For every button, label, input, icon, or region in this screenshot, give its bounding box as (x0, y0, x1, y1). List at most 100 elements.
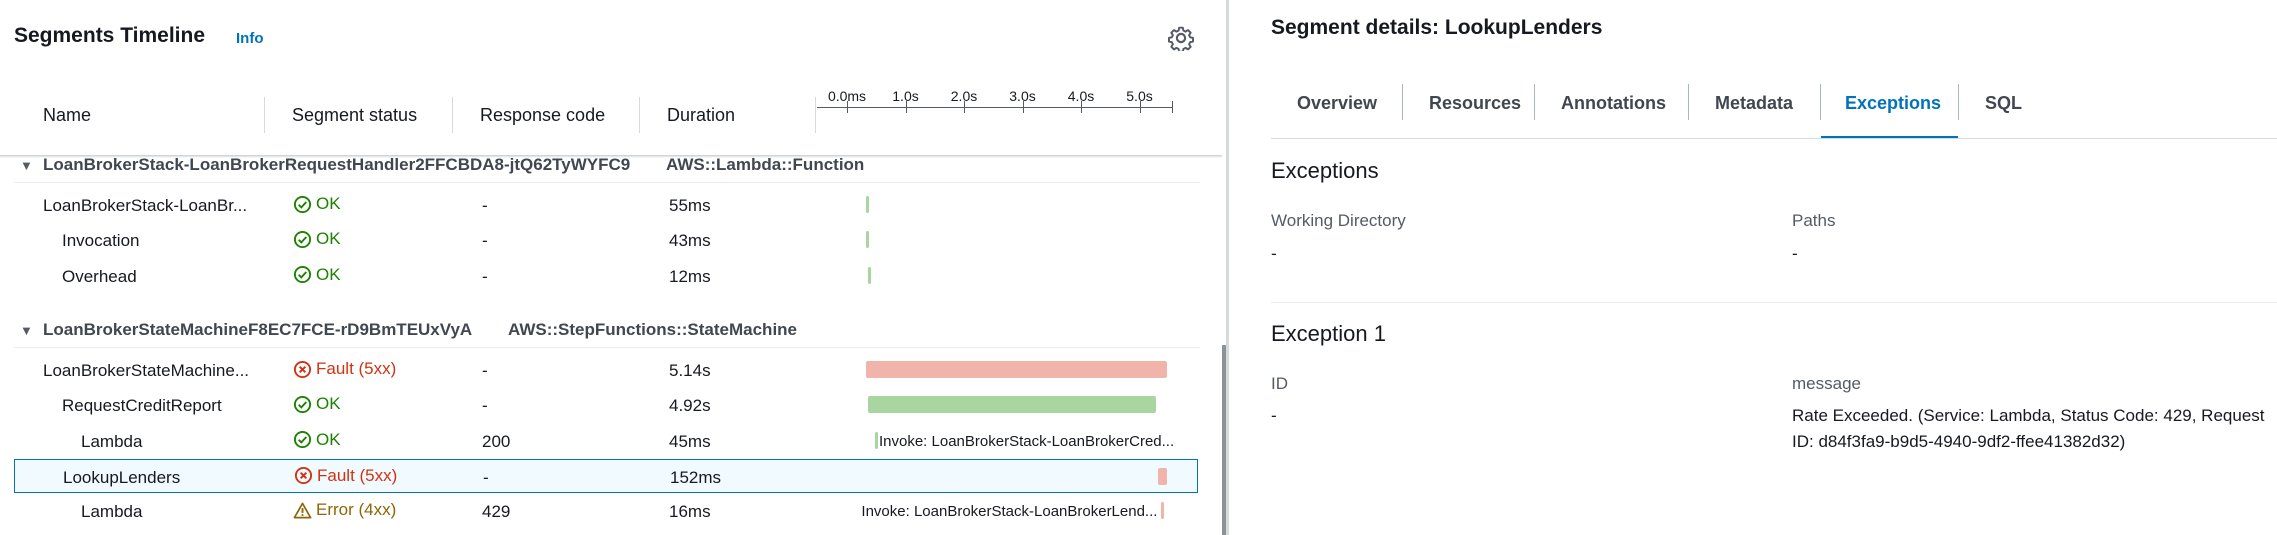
tab-resources[interactable]: Resources (1403, 80, 1534, 139)
segment-row[interactable]: Invocation OK - 43ms (14, 223, 1198, 257)
scale-tick-label: 2.0s (950, 88, 978, 104)
timeline-bar[interactable] (866, 361, 1167, 378)
exception-id-value: - (1271, 406, 1277, 425)
timeline-bar[interactable] (868, 266, 871, 284)
exception-message-value: Rate Exceeded. (Service: Lambda, Status … (1792, 406, 2265, 451)
segments-timeline-panel: Segments Timeline Info Name Segment stat… (0, 0, 1226, 535)
x-circle-icon (293, 360, 312, 378)
working-directory-label: Working Directory (1271, 211, 1406, 230)
column-header-segment-status[interactable]: Segment status (292, 105, 417, 126)
segment-row[interactable]: Lambda OK 200 45ms Invoke: LoanBrokerStack-L… (14, 424, 1198, 458)
column-divider[interactable] (815, 97, 816, 133)
duration: 16ms (669, 502, 711, 522)
tab-metadata[interactable]: Metadata (1689, 80, 1820, 139)
segment-row[interactable]: LoanBrokerStateMachine... Fault (5xx) - 5.1… (14, 353, 1198, 387)
tab-label: SQL (1985, 93, 2023, 113)
response-code: - (482, 266, 488, 286)
duration: 152ms (670, 467, 722, 487)
column-divider[interactable] (264, 97, 265, 133)
tab-label: Metadata (1715, 93, 1794, 113)
segment-row[interactable]: Lambda Error (4xx) 429 16ms Invoke: LoanBrok… (14, 494, 1198, 528)
response-code: - (482, 196, 488, 215)
timeline-bar[interactable] (1158, 467, 1168, 485)
column-divider[interactable] (639, 97, 640, 133)
check-circle-icon (293, 266, 312, 284)
scale-tick-label: 5.0s (1126, 88, 1153, 104)
segment-status: Error (4xx) (293, 500, 396, 520)
timeline-bar[interactable] (866, 231, 869, 249)
segment-status-text: Fault (5xx) (317, 465, 398, 485)
segment-group-header[interactable]: ▼ LoanBrokerStack-LoanBrokerRequestHandle… (0, 155, 1200, 177)
segment-row[interactable]: LookupLenders Fault (5xx) - 152ms (14, 458, 1198, 493)
timeline-bar[interactable] (867, 396, 1156, 414)
response-code: - (482, 231, 488, 251)
segment-status: OK (293, 430, 341, 450)
timeline-bar[interactable] (1161, 502, 1164, 520)
segment-group-name: LoanBrokerStack-LoanBrokerRequestHandler… (43, 155, 631, 174)
check-circle-icon (293, 230, 312, 248)
check-circle-icon (293, 431, 312, 449)
scale-tick (1172, 101, 1173, 113)
scale-tick-label: 3.0s (1009, 88, 1036, 104)
response-code: 429 (482, 502, 511, 522)
exception-1-title: Exception 1 (1271, 321, 1386, 346)
segment-status-text: OK (316, 394, 341, 414)
group-divider (14, 347, 1200, 348)
duration: 45ms (669, 431, 711, 451)
segment-status: Fault (5xx) (294, 466, 397, 486)
check-circle-icon (293, 195, 312, 213)
scale-tick-label: 0.0ms (827, 88, 867, 104)
warning-triangle-icon (293, 502, 312, 519)
segment-status-text: Error (4xx) (316, 500, 397, 520)
column-header-response-code[interactable]: Response code (480, 105, 605, 126)
segment-group-name: LoanBrokerStateMachineF8EC7FCE-rD9BmTEUx… (43, 320, 473, 339)
paths-label: Paths (1792, 211, 1836, 230)
response-code: - (482, 361, 488, 380)
gear-icon[interactable] (1168, 25, 1194, 51)
column-header-duration[interactable]: Duration (667, 105, 735, 126)
segment-name: LookupLenders (63, 467, 181, 487)
timeline-bar-label: Invoke: LoanBrokerStack-LoanBrokerCred..… (878, 432, 1175, 450)
tab-annotations[interactable]: Annotations (1535, 80, 1688, 139)
timeline-scale: 0.0ms 1.0s 2.0s 3.0s 4.0s 5.0s (817, 84, 1173, 118)
timeline-bar-label: Invoke: LoanBrokerStack-LoanBrokerLend..… (861, 503, 1158, 521)
segment-group-header[interactable]: ▼ LoanBrokerStateMachineF8EC7FCE-rD9BmTEU… (0, 320, 1200, 342)
column-header-name[interactable]: Name (43, 105, 91, 126)
segment-row[interactable]: RequestCreditReport OK - 4.92s (14, 388, 1198, 422)
segment-row[interactable]: Overhead OK - 12ms (14, 259, 1198, 293)
tab-overview[interactable]: Overview (1271, 80, 1402, 139)
section-divider (1271, 302, 2277, 303)
exceptions-section-title: Exceptions (1271, 158, 1379, 183)
caret-down-icon[interactable]: ▼ (20, 323, 33, 338)
check-circle-icon (293, 395, 312, 413)
segment-name: Lambda (81, 502, 143, 522)
timeline-bar[interactable] (866, 196, 870, 213)
segment-name: LoanBrokerStack-LoanBr... (43, 196, 248, 215)
tab-sql[interactable]: SQL (1959, 80, 2039, 139)
tab-label: Resources (1429, 93, 1522, 113)
column-divider[interactable] (452, 97, 453, 133)
segment-status-text: OK (316, 264, 341, 284)
details-title: Segment details: LookupLenders (1271, 16, 1603, 39)
segment-status-text: Fault (5xx) (316, 359, 397, 378)
segment-status-text: OK (316, 429, 341, 449)
segment-status-text: OK (316, 194, 341, 213)
tab-exceptions[interactable]: Exceptions (1821, 80, 1958, 139)
segment-status-text: OK (316, 229, 341, 249)
segment-status: OK (293, 229, 341, 249)
segment-status: Fault (5xx) (293, 359, 396, 379)
duration: 55ms (669, 196, 711, 215)
segment-status: OK (293, 265, 341, 285)
timeline-bar[interactable] (875, 431, 878, 449)
exception-message-label: message (1792, 374, 1861, 393)
segment-name: LoanBrokerStateMachine... (43, 361, 250, 380)
segment-status: OK (293, 194, 341, 214)
info-link[interactable]: Info (236, 30, 264, 47)
working-directory-value: - (1271, 244, 1277, 263)
scale-tick-label: 1.0s (892, 88, 919, 104)
segment-row[interactable]: LoanBrokerStack-LoanBr... OK - 55ms (14, 188, 1198, 222)
caret-down-icon[interactable]: ▼ (20, 158, 33, 173)
duration: 4.92s (669, 396, 711, 416)
tab-label: Annotations (1561, 93, 1666, 113)
segment-group-type: AWS::StepFunctions::StateMachine (508, 320, 798, 339)
